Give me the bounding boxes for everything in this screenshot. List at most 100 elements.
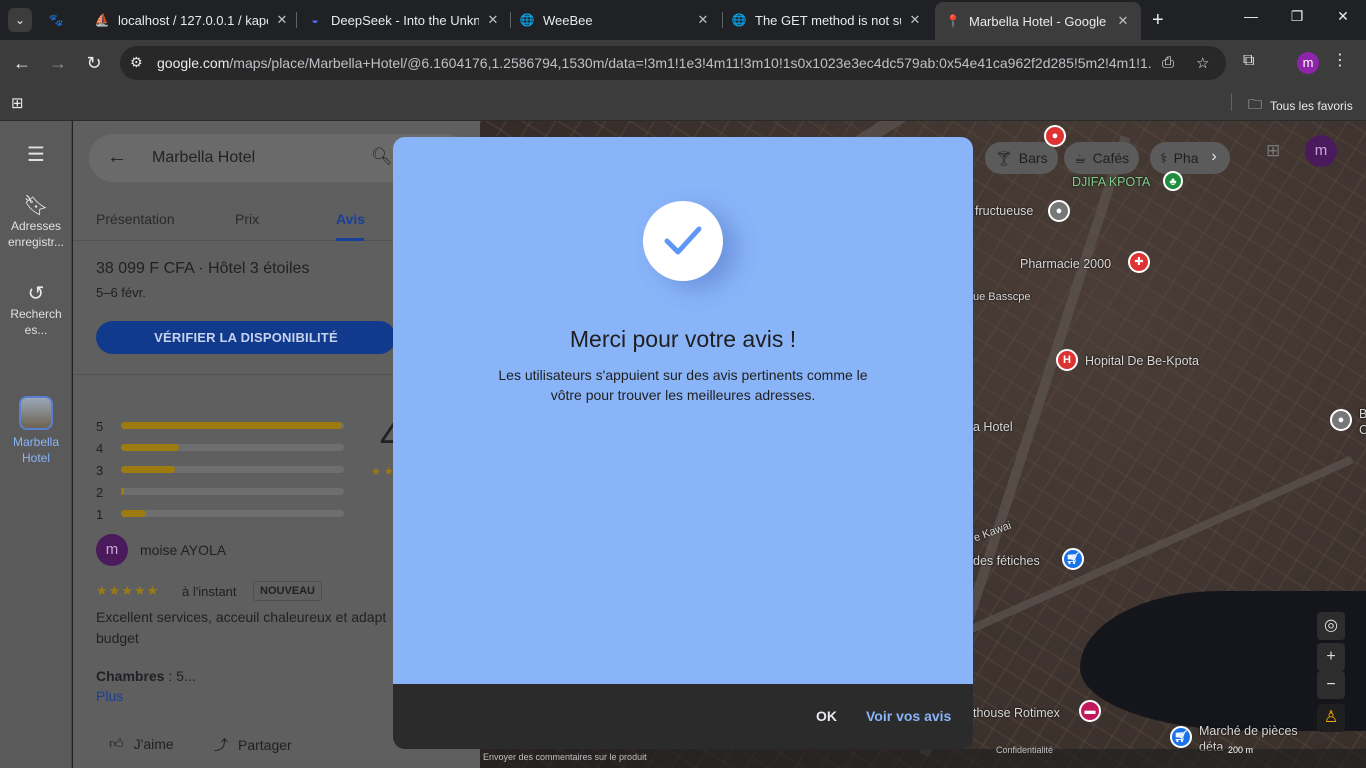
new-badge: NOUVEAU [253, 581, 323, 601]
maximize-button[interactable]: ❐ [1282, 8, 1312, 25]
extensions-icon[interactable]: ⧉ [1243, 52, 1254, 70]
tab-search-button[interactable]: ⌄ [8, 8, 32, 32]
pinned-tab[interactable]: 🐾 [48, 6, 72, 34]
ok-button[interactable]: OK [816, 708, 837, 724]
hotel-pin[interactable]: ▬ [1079, 700, 1101, 722]
all-bookmarks-button[interactable]: 🗀 Tous les favoris [1248, 94, 1353, 118]
chip-bars[interactable]: 🍸︎ Bars [985, 142, 1058, 174]
tab-title: WeeBee [543, 12, 593, 28]
hotel-thumbnail [19, 396, 53, 430]
folder-icon: 🗀 [1248, 96, 1262, 112]
map-scale[interactable]: 200 m [1228, 745, 1253, 755]
back-button[interactable]: ← [10, 52, 34, 74]
maps-profile-avatar[interactable]: m [1305, 135, 1337, 167]
search-input[interactable]: Marbella Hotel [152, 149, 255, 167]
close-icon[interactable]: ✕ [1115, 13, 1131, 29]
tab-phpmyadmin[interactable]: ⛵ localhost / 127.0.0.1 / kape ✕ [94, 6, 290, 34]
tab-prix[interactable]: Prix [235, 211, 259, 227]
hamburger-menu-icon[interactable]: ☰ [0, 145, 72, 165]
close-icon[interactable]: ✕ [485, 12, 501, 28]
pegman-icon[interactable]: ♙ [1317, 704, 1345, 732]
paw-icon: 🐾 [48, 13, 64, 27]
rail-recent-label: Recherch es... [10, 307, 62, 337]
rooms-label: Chambres [96, 668, 165, 684]
stay-dates[interactable]: 5–6 févr. [96, 285, 146, 300]
forward-button[interactable]: → [46, 52, 70, 74]
rating-bar [121, 488, 344, 495]
poi-pin[interactable]: ● [1044, 125, 1066, 147]
close-icon[interactable]: ✕ [274, 12, 290, 28]
google-apps-icon[interactable]: ⊞ [1266, 141, 1280, 161]
chip-label: Bars [1018, 150, 1048, 166]
zoom-in-button[interactable]: + [1317, 643, 1345, 671]
zoom-out-button[interactable]: − [1317, 671, 1345, 699]
dialog-actions: OK Voir vos avis [393, 684, 973, 749]
new-tab-button[interactable]: + [1152, 10, 1164, 30]
review-stars: ★★★★★ [96, 583, 160, 598]
map-label: fructueuse [975, 204, 1034, 218]
rail-hotel[interactable]: Marbella Hotel [0, 396, 72, 466]
rail-recent[interactable]: ↺ Recherch es... [0, 284, 72, 338]
rating-star-label: 5 [96, 419, 104, 434]
privacy-link[interactable]: Confidentialité [996, 745, 1053, 755]
rail-saved-label: Adresses enregistr... [7, 219, 65, 249]
tab-deepseek[interactable]: ◒ DeepSeek - Into the Unkno ✕ [307, 6, 501, 34]
profile-avatar[interactable]: m [1297, 52, 1319, 74]
tab-divider [296, 12, 297, 28]
share-button[interactable]: ⤴ Partager [214, 735, 292, 755]
chip-cafes[interactable]: ☕︎ Cafés [1064, 142, 1140, 174]
apps-grid-icon[interactable]: ⊞ [11, 94, 24, 112]
poi-pin[interactable]: ● [1048, 200, 1070, 222]
see-reviews-button[interactable]: Voir vos avis [866, 708, 951, 724]
poi-pin[interactable]: ● [1330, 409, 1352, 431]
rating-bar [121, 466, 344, 473]
cocktail-icon: 🍸︎ [995, 149, 1013, 166]
dialog-body: Merci pour votre avis ! Les utilisateurs… [393, 137, 973, 684]
map-label: DJIFA KPOTA [1072, 175, 1151, 189]
check-availability-button[interactable]: VÉRIFIER LA DISPONIBILITÉ [96, 321, 396, 354]
tab-divider [722, 12, 723, 28]
close-icon[interactable]: ✕ [907, 12, 923, 28]
address-bar[interactable]: ⚙ google.com/maps/place/Marbella+Hotel/@… [120, 46, 1226, 80]
my-location-button[interactable]: ◎ [1317, 612, 1345, 640]
site-info-icon[interactable]: ⚙ [130, 54, 143, 71]
dialog-message: Les utilisateurs s'appuient sur des avis… [498, 367, 868, 403]
tab-avis[interactable]: Avis [336, 211, 365, 227]
park-pin[interactable]: ♣ [1163, 171, 1183, 191]
rating-bar-fill [121, 488, 125, 495]
bookmark-star-icon[interactable]: ☆ [1196, 54, 1209, 72]
maps-side-rail: ☰ 🔖︎ Adresses enregistr... ↺ Recherch es… [0, 121, 72, 768]
menu-kebab-icon[interactable]: ⋮ [1332, 50, 1348, 70]
reviewer-name[interactable]: moise AYOLA [140, 542, 226, 558]
feedback-link[interactable]: Envoyer des commentaires sur le produit [483, 752, 647, 762]
google-maps-icon: 📍 [945, 14, 961, 28]
reload-button[interactable]: ↻ [82, 52, 106, 74]
bookmarks-bar: ⊞ 🗀 Tous les favoris [0, 86, 1366, 121]
like-button[interactable]: 👍︎ J'aime [109, 735, 174, 752]
hospital-pin[interactable]: H [1056, 349, 1078, 371]
shopping-pin[interactable]: 🛒︎ [1170, 726, 1192, 748]
bookmark-icon: 🔖︎ [23, 195, 49, 217]
pharmacy-pin[interactable]: ✚ [1128, 251, 1150, 273]
chips-next-icon[interactable]: › [1202, 146, 1226, 170]
install-app-icon[interactable]: ⎙ [1162, 54, 1174, 71]
window-close-button[interactable]: ✕ [1328, 8, 1358, 25]
tab-weebee[interactable]: 🌐 WeeBee ✕ [519, 6, 711, 34]
bookmarks-divider [1231, 93, 1232, 111]
search-icon[interactable]: 🔍︎ [371, 147, 393, 167]
minimize-button[interactable]: — [1236, 8, 1266, 24]
review-more-link[interactable]: Plus [96, 688, 123, 704]
back-arrow-icon[interactable]: ← [107, 146, 127, 169]
all-bookmarks-label: Tous les favoris [1270, 99, 1353, 113]
reviewer-avatar[interactable]: m [96, 534, 128, 566]
tab-get-method[interactable]: 🌐 The GET method is not sup ✕ [731, 6, 923, 34]
rooms-value: : 5... [164, 668, 196, 684]
rating-bar-fill [121, 510, 146, 517]
shopping-pin[interactable]: 🛒︎ [1062, 548, 1084, 570]
tab-title: Marbella Hotel - Google M [969, 13, 1109, 29]
close-icon[interactable]: ✕ [695, 12, 711, 28]
tab-presentation[interactable]: Présentation [96, 211, 175, 227]
rail-saved[interactable]: 🔖︎ Adresses enregistr... [0, 195, 72, 250]
tab-google-maps[interactable]: 📍 Marbella Hotel - Google M ✕ [935, 2, 1141, 40]
review-time: à l'instant [182, 584, 237, 599]
